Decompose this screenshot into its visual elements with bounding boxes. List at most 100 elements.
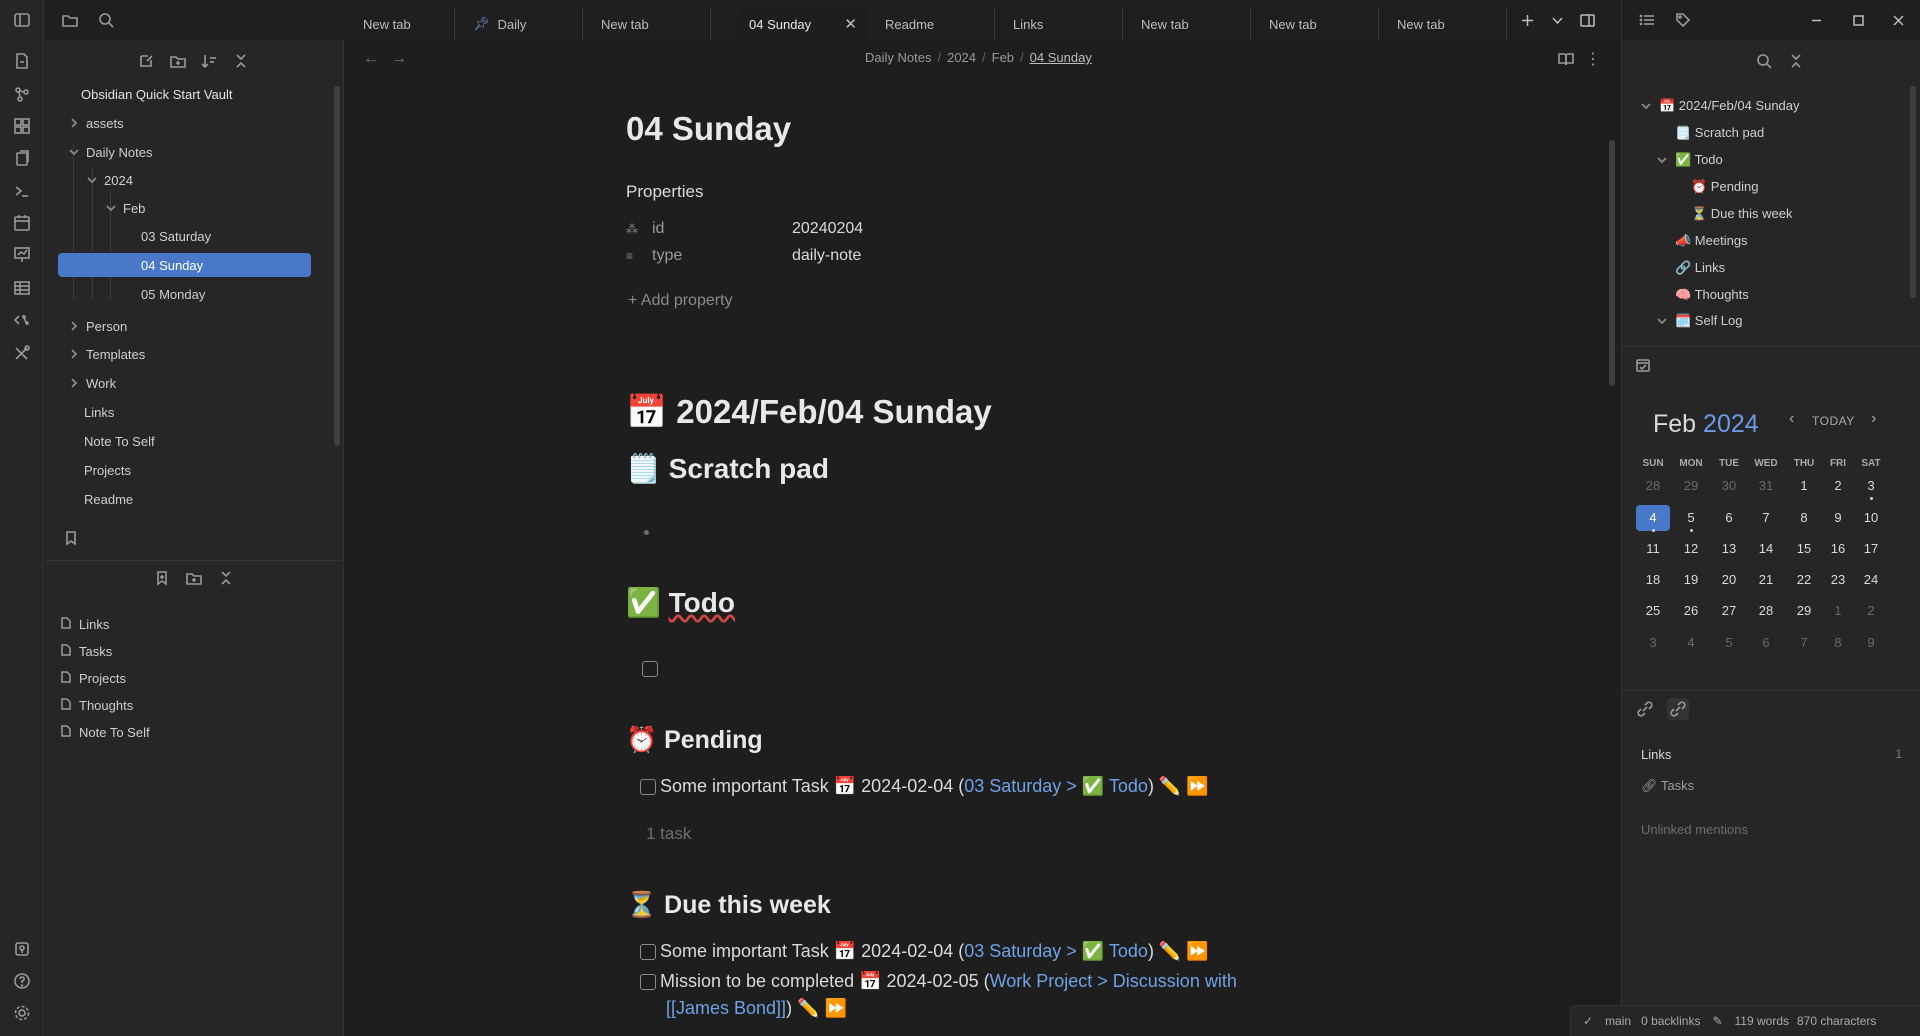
collapse-all-icon[interactable] [230, 50, 252, 72]
breadcrumb-2024[interactable]: 2024 [947, 50, 976, 65]
backlinks-heading[interactable]: Links [1641, 747, 1671, 762]
heading-due-this-week[interactable]: ⏳ Due this week [626, 891, 831, 920]
calendar-day[interactable]: 17 [1854, 536, 1888, 562]
calendar-day[interactable]: 10 [1854, 505, 1888, 531]
calendar-prev-chevron-icon[interactable]: ‹ [1789, 410, 1795, 428]
outline-search-icon[interactable] [1753, 50, 1775, 72]
git-branch[interactable]: main [1605, 1014, 1631, 1028]
calendar-day[interactable]: 21 [1749, 567, 1783, 593]
tree-file-projects[interactable]: Projects [84, 458, 131, 482]
james-bond-link[interactable]: [[James Bond]] [666, 998, 786, 1019]
tab-new-tab-2[interactable]: New tab [583, 8, 711, 40]
calendar-day[interactable]: 9 [1854, 630, 1888, 656]
tab-links[interactable]: Links [995, 8, 1123, 40]
terminal-icon[interactable] [10, 179, 34, 203]
add-bookmark-icon[interactable] [151, 567, 173, 589]
tree-folder-person[interactable]: Person [68, 314, 127, 338]
bookmark-tasks[interactable]: Tasks [60, 640, 112, 662]
collapse-bookmarks-icon[interactable] [215, 567, 237, 589]
breadcrumb-feb[interactable]: Feb [992, 50, 1014, 65]
calendar-day[interactable]: 6 [1749, 630, 1783, 656]
calendar-day[interactable]: 8 [1787, 505, 1821, 531]
tab-daily[interactable]: 📌︎ Daily [455, 8, 583, 40]
calendar-day[interactable]: 1 [1821, 598, 1855, 624]
tools-icon[interactable] [10, 341, 34, 365]
tab-list-chevron-down-icon[interactable] [1545, 8, 1569, 32]
calendar-day[interactable]: 22 [1787, 567, 1821, 593]
calendar-day[interactable]: 11 [1636, 536, 1670, 562]
calendar-day[interactable]: 27 [1712, 598, 1746, 624]
calendar-day[interactable]: 9 [1821, 505, 1855, 531]
calendar-day[interactable]: 3 [1854, 473, 1888, 499]
open-quick-switcher-icon[interactable] [10, 49, 34, 73]
sort-icon[interactable] [198, 50, 220, 72]
tab-readme[interactable]: Readme [867, 8, 995, 40]
calendar-day[interactable]: 29 [1787, 598, 1821, 624]
outline-item-todo[interactable]: ✅ Todo [1657, 149, 1723, 171]
forward-arrow-icon[interactable]: → [391, 50, 407, 68]
calendar-day[interactable]: 7 [1787, 630, 1821, 656]
task-source-link[interactable]: 03 Saturday > ✅ Todo [964, 776, 1148, 797]
calendar-day[interactable]: 20 [1712, 567, 1746, 593]
calendar-day[interactable]: 2 [1821, 473, 1855, 499]
backlink-item-tasks[interactable]: 🔗︎ Tasks [1641, 778, 1694, 794]
close-tab-icon[interactable]: ✕ [844, 15, 857, 33]
outline-item-links[interactable]: 🔗 Links [1675, 257, 1725, 279]
property-type[interactable]: ≡ type daily-note [626, 243, 1326, 269]
task-checkbox[interactable] [640, 778, 656, 795]
minimize-window-icon[interactable] [1804, 8, 1828, 32]
calendar-day[interactable]: 28 [1749, 598, 1783, 624]
calendar-day[interactable]: 5 [1674, 505, 1708, 531]
back-arrow-icon[interactable]: ← [363, 50, 379, 68]
calendar-day[interactable]: 23 [1821, 567, 1855, 593]
calendar-day[interactable]: 3 [1636, 630, 1670, 656]
outline-item-self-log[interactable]: 🗓️ Self Log [1657, 310, 1743, 332]
pages-icon[interactable] [10, 146, 34, 170]
settings-gear-icon[interactable] [10, 1001, 34, 1025]
task-source-link[interactable]: Work Project > Discussion with [990, 971, 1237, 992]
open-vault-icon[interactable] [10, 937, 34, 961]
files-tab-folder-icon[interactable] [59, 9, 81, 31]
more-options-icon[interactable]: ⋮ [1582, 48, 1604, 70]
file-tree-scrollbar[interactable] [334, 86, 340, 446]
outline-item-pending[interactable]: ⏰ Pending [1691, 176, 1759, 198]
calendar-day[interactable]: 1 [1787, 473, 1821, 499]
calendar-day[interactable]: 30 [1712, 473, 1746, 499]
heading-pending[interactable]: ⏰ Pending [626, 726, 763, 755]
new-bookmark-group-icon[interactable] [183, 567, 205, 589]
tree-folder-work[interactable]: Work [68, 371, 116, 395]
tree-folder-2024[interactable]: 2024 [86, 168, 133, 192]
outline-item-scratch-pad[interactable]: 🗒️ Scratch pad [1675, 122, 1764, 144]
bookmark-note-to-self[interactable]: Note To Self [60, 721, 150, 743]
unlinked-mentions[interactable]: Unlinked mentions [1641, 822, 1748, 837]
bookmark-projects[interactable]: Projects [60, 667, 126, 689]
templater-icon[interactable] [10, 308, 34, 332]
tree-folder-feb[interactable]: Feb [105, 196, 145, 220]
calendar-day[interactable]: 19 [1674, 567, 1708, 593]
calendar-day[interactable]: 18 [1636, 567, 1670, 593]
daily-note-icon[interactable] [10, 211, 34, 235]
calendar-day[interactable]: 28 [1636, 473, 1670, 499]
calendar-day[interactable]: 25 [1636, 598, 1670, 624]
calendar-day[interactable]: 26 [1674, 598, 1708, 624]
reading-view-book-icon[interactable] [1555, 48, 1577, 70]
backlinks-icon[interactable] [1667, 698, 1689, 720]
task-checkbox[interactable] [640, 973, 656, 990]
calendar-day[interactable]: 14 [1749, 536, 1783, 562]
outline-item-date[interactable]: 📅 2024/Feb/04 Sunday [1641, 95, 1800, 117]
calendar-day[interactable]: 29 [1674, 473, 1708, 499]
calendar-day[interactable]: 8 [1821, 630, 1855, 656]
calendar-day[interactable]: 5 [1712, 630, 1746, 656]
note-title[interactable]: 04 Sunday [626, 110, 791, 148]
help-icon[interactable] [10, 969, 34, 993]
calendar-day[interactable]: 12 [1674, 536, 1708, 562]
calendar-day[interactable]: 6 [1712, 505, 1746, 531]
empty-bullet[interactable] [644, 530, 649, 535]
calendar-day[interactable]: 24 [1854, 567, 1888, 593]
calendar-today-button[interactable]: TODAY [1812, 414, 1855, 428]
canvas-icon[interactable] [10, 114, 34, 138]
outgoing-links-icon[interactable] [1634, 698, 1656, 720]
tab-new-tab-5[interactable]: New tab [1379, 8, 1507, 40]
toggle-left-sidebar-icon[interactable] [10, 8, 34, 32]
outline-list-icon[interactable] [1636, 9, 1658, 31]
